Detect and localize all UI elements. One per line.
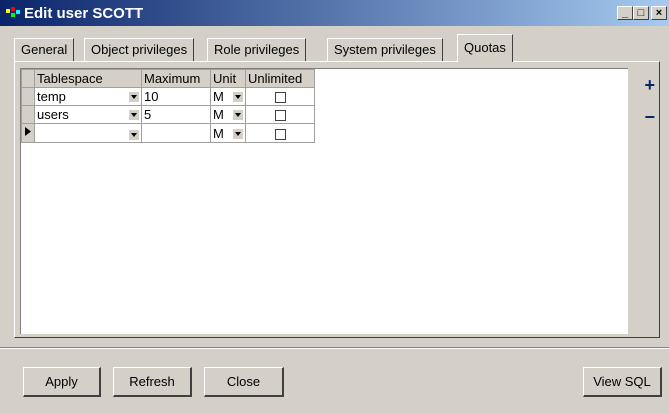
column-header-tablespace[interactable]: Tablespace (34, 69, 142, 88)
tablespace-value: users (37, 107, 69, 122)
unit-cell[interactable]: M (210, 87, 246, 106)
dropdown-arrow-icon[interactable] (233, 128, 243, 139)
title-bar[interactable]: Edit user SCOTT _ □ × (0, 0, 669, 26)
unlimited-cell[interactable] (245, 105, 315, 124)
add-row-button[interactable]: + (644, 75, 655, 96)
unlimited-checkbox[interactable] (274, 110, 286, 122)
app-icon (6, 7, 20, 17)
tab-quotas[interactable]: Quotas (457, 34, 513, 62)
edit-user-window: Edit user SCOTT _ □ × General Object pri… (0, 0, 669, 414)
divider (0, 347, 669, 349)
dropdown-arrow-icon[interactable] (233, 92, 243, 102)
column-header-maximum[interactable]: Maximum (141, 69, 211, 88)
tablespace-value: temp (37, 89, 66, 104)
corner-cell (21, 69, 35, 88)
maximum-cell[interactable] (141, 123, 211, 143)
table-row[interactable]: users 5 M (21, 105, 315, 124)
unlimited-checkbox[interactable] (274, 128, 286, 140)
unit-value: M (213, 107, 224, 122)
tab-system-privileges[interactable]: System privileges (327, 38, 443, 62)
tablespace-cell[interactable]: users (34, 105, 142, 124)
unit-value: M (213, 89, 224, 104)
apply-button[interactable]: Apply (23, 367, 101, 397)
row-header[interactable] (21, 123, 35, 143)
minimize-button[interactable]: _ (617, 6, 633, 20)
current-row-arrow-icon (25, 127, 31, 136)
unit-cell[interactable]: M (210, 123, 246, 143)
column-header-unit[interactable]: Unit (210, 69, 246, 88)
tablespace-cell[interactable] (34, 123, 142, 143)
view-sql-button[interactable]: View SQL (583, 367, 662, 397)
tab-object-privileges[interactable]: Object privileges (84, 38, 195, 62)
unit-value: M (213, 125, 224, 141)
unlimited-checkbox[interactable] (274, 92, 286, 104)
table-row[interactable]: M (21, 123, 315, 143)
dropdown-arrow-icon[interactable] (233, 110, 243, 120)
window-title: Edit user SCOTT (24, 5, 144, 22)
close-button[interactable]: Close (204, 367, 284, 397)
maximum-cell[interactable]: 10 (141, 87, 211, 106)
dropdown-arrow-icon[interactable] (129, 92, 139, 102)
quotas-table: Tablespace Maximum Unit Unlimited temp 1… (21, 69, 315, 143)
quotas-grid[interactable]: Tablespace Maximum Unit Unlimited temp 1… (20, 68, 628, 334)
dropdown-arrow-icon[interactable] (129, 110, 139, 120)
remove-row-button[interactable]: − (644, 107, 655, 128)
table-header-row: Tablespace Maximum Unit Unlimited (21, 69, 315, 88)
column-header-unlimited[interactable]: Unlimited (245, 69, 315, 88)
tablespace-cell[interactable]: temp (34, 87, 142, 106)
row-header[interactable] (21, 87, 35, 106)
tab-general[interactable]: General (14, 38, 75, 62)
close-window-button[interactable]: × (651, 6, 667, 20)
refresh-button[interactable]: Refresh (113, 367, 192, 397)
unlimited-cell[interactable] (245, 87, 315, 106)
maximum-cell[interactable]: 5 (141, 105, 211, 124)
dropdown-arrow-icon[interactable] (129, 129, 139, 140)
table-row[interactable]: temp 10 M (21, 87, 315, 106)
row-header[interactable] (21, 105, 35, 124)
unit-cell[interactable]: M (210, 105, 246, 124)
unlimited-cell[interactable] (245, 123, 315, 143)
tab-role-privileges[interactable]: Role privileges (207, 38, 307, 62)
maximize-button[interactable]: □ (633, 6, 649, 20)
